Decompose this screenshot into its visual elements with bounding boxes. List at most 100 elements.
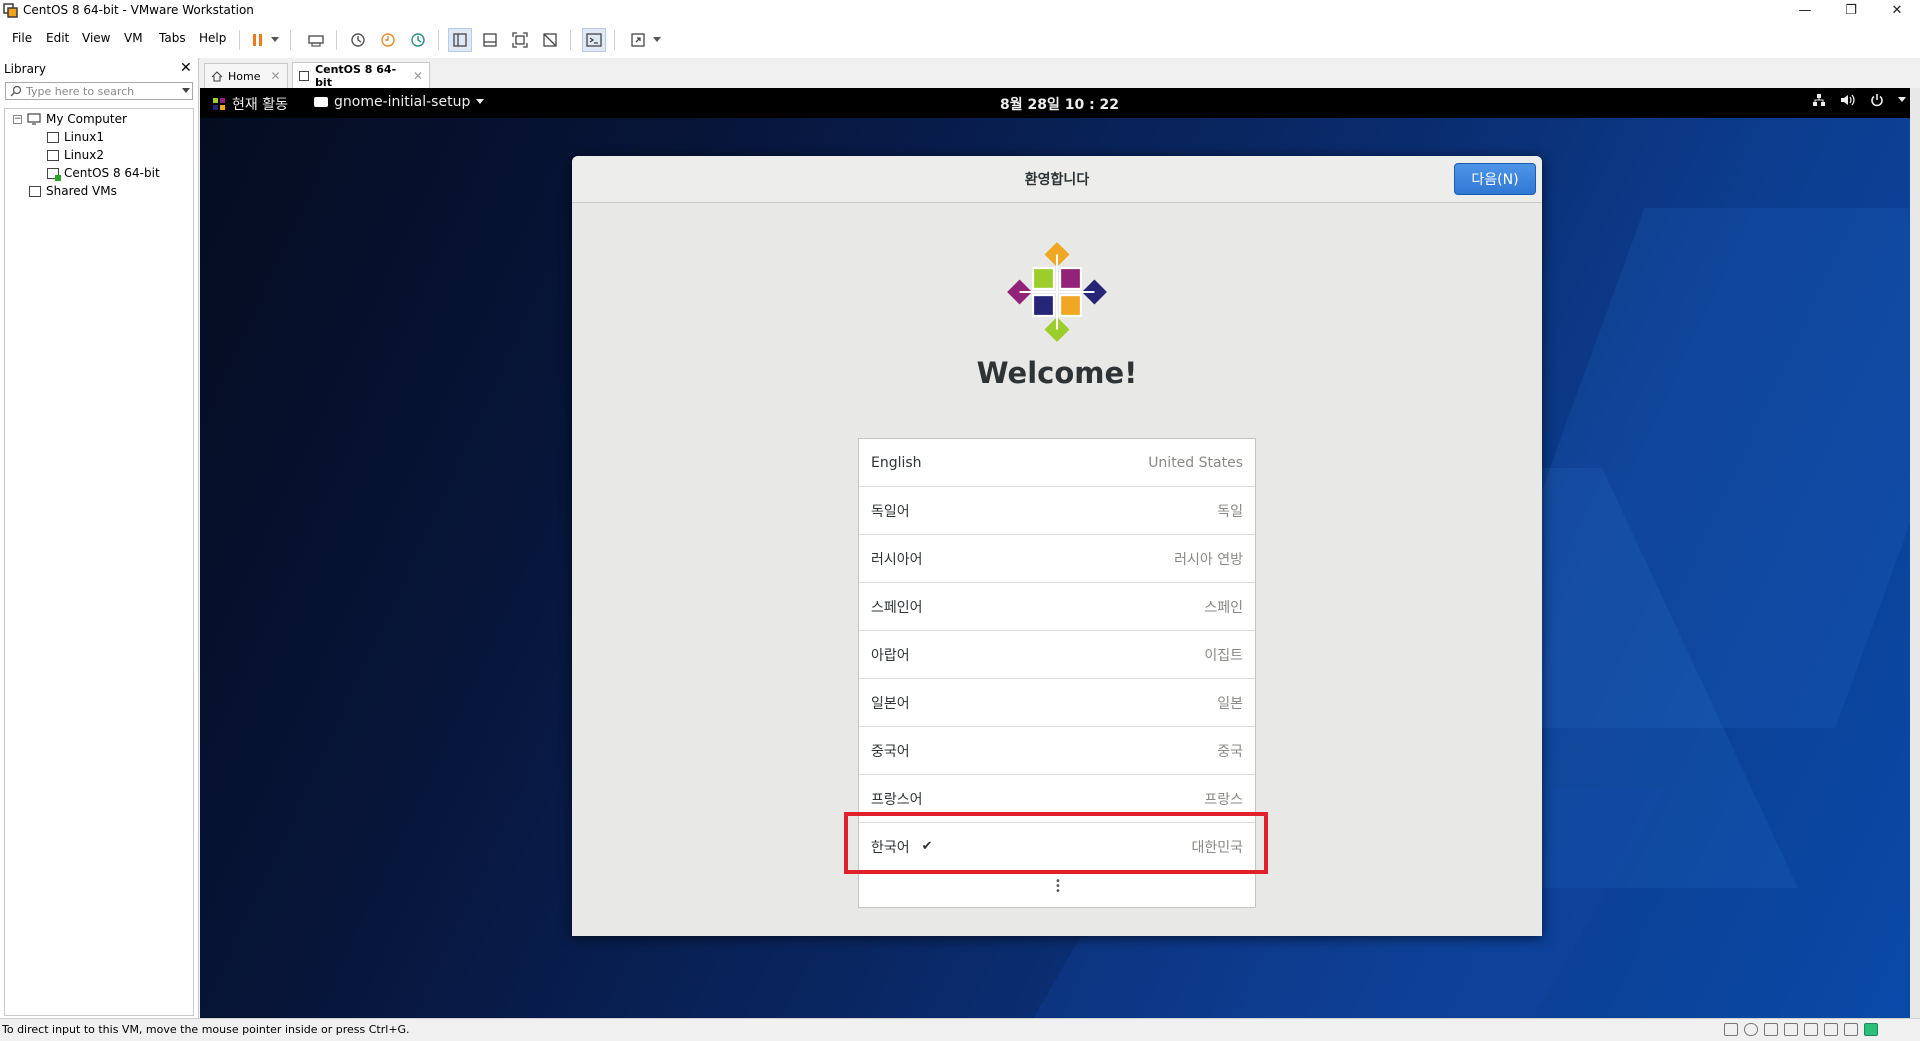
messages-icon[interactable] xyxy=(1864,1023,1878,1036)
next-button[interactable]: 다음(N) xyxy=(1454,163,1536,195)
revert-snapshot-icon[interactable] xyxy=(376,28,400,52)
close-window-button[interactable]: ✕ xyxy=(1874,0,1920,22)
library-panel: Library ✕ − My Computer Linux1 Linux2 Ce… xyxy=(0,58,199,1018)
toolbar-separator xyxy=(336,30,337,50)
unity-mode-icon[interactable] xyxy=(538,28,562,52)
tree-item-linux1[interactable]: Linux1 xyxy=(47,128,104,146)
running-vm-icon xyxy=(299,70,310,81)
library-tree: − My Computer Linux1 Linux2 CentOS 8 64-… xyxy=(4,108,194,1016)
stretch-dropdown-icon[interactable] xyxy=(650,28,664,52)
app-menu[interactable]: gnome-initial-setup xyxy=(314,94,485,110)
suspend-icon[interactable] xyxy=(246,28,270,52)
language-name: 중국어 xyxy=(871,743,910,760)
activities-button[interactable]: 현재 활동 xyxy=(212,94,288,114)
menu-vm[interactable]: VM xyxy=(124,31,143,45)
vm-icon xyxy=(47,131,59,143)
right-edge-bar xyxy=(1910,88,1920,1018)
language-row-english[interactable]: English United States xyxy=(859,439,1255,487)
display-icon[interactable] xyxy=(1844,1023,1858,1036)
language-region: 러시아 연방 xyxy=(1174,551,1243,568)
send-ctrl-alt-del-icon[interactable] xyxy=(304,28,328,52)
close-tab-icon[interactable]: ✕ xyxy=(413,69,423,83)
minimize-button[interactable]: — xyxy=(1782,0,1828,22)
language-name: English xyxy=(871,454,922,471)
clock[interactable]: 8월 28일 10 : 22 xyxy=(1000,94,1119,114)
close-tab-icon[interactable]: ✕ xyxy=(270,69,280,83)
welcome-heading: Welcome! xyxy=(976,356,1138,390)
language-name: 스페인어 xyxy=(871,599,923,616)
language-region: 중국 xyxy=(1217,743,1243,760)
language-region: 프랑스 xyxy=(1204,791,1243,808)
sound-card-icon[interactable] xyxy=(1824,1023,1838,1036)
stretch-view-icon[interactable] xyxy=(626,28,650,52)
library-close-button[interactable]: ✕ xyxy=(180,60,192,76)
language-name: 프랑스어 xyxy=(871,791,923,808)
tab-strip: Home ✕ CentOS 8 64-bit ✕ xyxy=(200,58,1920,89)
language-row-japanese[interactable]: 일본어 일본 xyxy=(859,679,1255,727)
toolbar-separator xyxy=(614,30,615,50)
show-library-icon[interactable] xyxy=(448,28,472,52)
collapse-icon[interactable]: − xyxy=(13,114,22,124)
language-region: United States xyxy=(1148,454,1243,471)
printer-icon[interactable] xyxy=(1784,1023,1798,1036)
menu-help[interactable]: Help xyxy=(199,31,226,45)
language-region: 독일 xyxy=(1217,503,1243,520)
console-view-icon[interactable] xyxy=(582,28,606,52)
tree-item-linux2[interactable]: Linux2 xyxy=(47,146,104,164)
language-region: 스페인 xyxy=(1204,599,1243,616)
chevron-down-icon xyxy=(1898,97,1906,102)
menu-edit[interactable]: Edit xyxy=(46,31,69,45)
window-icon xyxy=(314,97,328,107)
tree-item-centos8[interactable]: CentOS 8 64-bit xyxy=(47,164,160,182)
more-languages-icon[interactable]: • • • xyxy=(1055,877,1061,897)
language-row-german[interactable]: 독일어 독일 xyxy=(859,487,1255,535)
home-icon xyxy=(211,70,223,82)
tab-centos8[interactable]: CentOS 8 64-bit ✕ xyxy=(292,62,430,89)
library-search-box[interactable] xyxy=(5,82,193,100)
tree-label: Linux1 xyxy=(64,130,104,144)
chevron-down-icon[interactable] xyxy=(182,88,190,94)
language-name: 아랍어 xyxy=(871,647,910,664)
tab-label: Home xyxy=(228,69,261,83)
menu-toolbar: File Edit View VM Tabs Help xyxy=(0,22,1920,59)
app-menu-label: gnome-initial-setup xyxy=(334,94,471,110)
cd-dvd-icon[interactable] xyxy=(1744,1023,1758,1036)
language-name: 일본어 xyxy=(871,695,910,712)
language-row-spanish[interactable]: 스페인어 스페인 xyxy=(859,583,1255,631)
vm-console[interactable]: 현재 활동 gnome-initial-setup 8월 28일 10 : 22… xyxy=(200,88,1920,1018)
centos-small-icon xyxy=(213,98,225,110)
menu-tabs[interactable]: Tabs xyxy=(159,31,186,45)
window-title: CentOS 8 64-bit - VMware Workstation xyxy=(23,3,254,17)
language-row-russian[interactable]: 러시아어 러시아 연방 xyxy=(859,535,1255,583)
window-title-bar: CentOS 8 64-bit - VMware Workstation — ❐… xyxy=(0,0,1920,22)
thumbnail-bar-icon[interactable] xyxy=(478,28,502,52)
toolbar-separator xyxy=(438,30,439,50)
language-row-arabic[interactable]: 아랍어 이집트 xyxy=(859,631,1255,679)
snapshot-manager-icon[interactable] xyxy=(406,28,430,52)
hard-disk-icon[interactable] xyxy=(1724,1023,1738,1036)
tree-label: My Computer xyxy=(46,112,127,126)
power-dropdown-icon[interactable] xyxy=(268,28,282,52)
tree-label: CentOS 8 64-bit xyxy=(64,166,160,180)
tab-home[interactable]: Home ✕ xyxy=(204,63,288,88)
language-row-chinese[interactable]: 중국어 중국 xyxy=(859,727,1255,775)
status-bar: To direct input to this VM, move the mou… xyxy=(0,1018,1920,1041)
centos-logo xyxy=(1007,242,1107,342)
tree-item-shared-vms[interactable]: Shared VMs xyxy=(29,182,117,200)
shared-vms-icon xyxy=(29,185,41,197)
network-adapter-icon[interactable] xyxy=(1764,1023,1778,1036)
library-search-input[interactable] xyxy=(26,84,166,98)
vm-icon xyxy=(47,149,59,161)
menu-file[interactable]: File xyxy=(12,31,32,45)
menu-view[interactable]: View xyxy=(82,31,110,45)
search-icon xyxy=(10,85,22,97)
full-screen-icon[interactable] xyxy=(508,28,532,52)
system-tray[interactable] xyxy=(1812,93,1906,107)
tree-item-my-computer[interactable]: − My Computer xyxy=(13,110,127,128)
restore-button[interactable]: ❐ xyxy=(1828,0,1874,22)
usb-icon[interactable] xyxy=(1804,1023,1818,1036)
highlight-annotation-box xyxy=(844,812,1268,874)
activities-label: 현재 활동 xyxy=(232,97,288,113)
snapshot-icon[interactable] xyxy=(346,28,370,52)
vmware-app-icon xyxy=(3,3,18,18)
